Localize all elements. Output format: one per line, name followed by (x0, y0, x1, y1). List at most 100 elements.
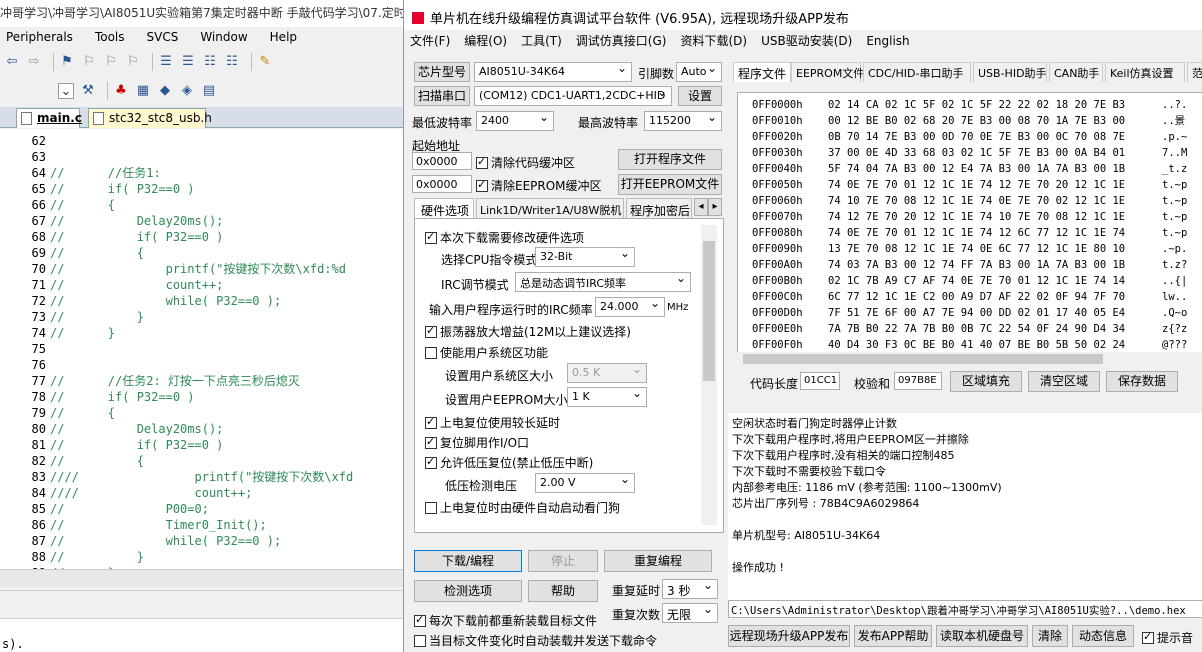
tab-scroll-right-icon[interactable]: ▸ (708, 198, 722, 216)
menu-download[interactable]: 资料下载(D) (680, 31, 747, 51)
scrollbar-thumb[interactable] (743, 354, 1103, 364)
code-start-address[interactable]: 0x0000 (412, 152, 472, 170)
menu-window[interactable]: Window (200, 27, 247, 47)
reset-io-checkbox[interactable]: 复位脚用作I/O口 (425, 434, 529, 451)
clear-code-checkbox[interactable]: 清除代码缓冲区 (476, 154, 575, 171)
retry-delay-select[interactable]: 3 秒 (662, 579, 718, 599)
back-icon[interactable]: ⇦ (4, 54, 20, 70)
tab-serial-helper[interactable]: CDC/HID-串口助手 (863, 62, 971, 82)
help-button[interactable]: 帮助 (528, 580, 598, 602)
checkbox-box[interactable] (425, 415, 437, 429)
open-program-button[interactable]: 打开程序文件 (618, 149, 722, 170)
tab-encryption[interactable]: 程序加密后 (626, 198, 692, 218)
news-button[interactable]: 动态信息 (1072, 625, 1134, 647)
menu-program[interactable]: 编程(O) (464, 31, 507, 51)
tab-scroll-left-icon[interactable]: ◂ (694, 198, 708, 216)
checkbox-box[interactable] (1142, 630, 1154, 644)
lvd-reset-checkbox[interactable]: 允许低压复位(禁止低压中断) (425, 454, 593, 471)
tab-keil-sim[interactable]: Keil仿真设置 (1105, 62, 1185, 82)
checkbox-box[interactable] (414, 635, 426, 647)
clear-eeprom-checkbox[interactable]: 清除EEPROM缓冲区 (476, 177, 602, 194)
bookmark-icon[interactable]: ⚑ (59, 54, 75, 70)
sys-size-select[interactable]: 0.5 K (567, 363, 647, 383)
pack-installer-icon[interactable]: ▦ (135, 83, 151, 99)
open-eeprom-button[interactable]: 打开EEPROM文件 (618, 174, 722, 195)
checkbox-box[interactable] (425, 324, 437, 338)
menu-svcs[interactable]: SVCS (147, 27, 179, 47)
tab-offline-writer[interactable]: Link1D/Writer1A/U8W脱机 (476, 198, 624, 218)
hex-view[interactable]: 0FF0000h 02 14 CA 02 1C 5F 02 1C 5F 22 22… (737, 92, 1202, 366)
port-select[interactable]: (COM12) CDC1-UART1,2CDC+HID (474, 86, 672, 106)
long-reset-checkbox[interactable]: 上电复位使用较长延时 (425, 414, 560, 431)
next-bookmark-icon[interactable]: ⚐ (103, 54, 119, 70)
batch-icon[interactable]: ▤ (201, 83, 217, 99)
clear-bookmarks-icon[interactable]: ⚐ (125, 54, 141, 70)
remote-upgrade-button[interactable]: 远程现场升级APP发布 (728, 625, 850, 647)
code-editor[interactable]: 62 63 64// //任务1: 65// if( P32==0 ) 66// {67… (0, 129, 403, 569)
clear-area-button[interactable]: 清空区域 (1028, 371, 1100, 392)
options-scrollbar[interactable] (701, 225, 717, 525)
lvd-voltage-select[interactable]: 2.00 V (535, 473, 635, 493)
scan-port-button[interactable]: 扫描串口 (414, 86, 470, 106)
menu-english[interactable]: English (866, 31, 909, 51)
pin-count-select[interactable]: Auto (676, 62, 722, 82)
options-icon[interactable]: ◈ (179, 83, 195, 99)
tab-more[interactable]: 范 (1187, 62, 1202, 82)
hex-hscrollbar[interactable] (737, 352, 1202, 366)
publish-help-button[interactable]: 发布APP帮助 (854, 625, 932, 647)
menu-tools[interactable]: Tools (95, 27, 125, 47)
menu-tools[interactable]: 工具(T) (521, 31, 562, 51)
chip-model-button[interactable]: 芯片型号 (414, 62, 470, 82)
irc-freq-input[interactable]: 24.000 (595, 297, 665, 317)
unindent-icon[interactable]: ☰ (180, 54, 196, 70)
save-data-button[interactable]: 保存数据 (1106, 371, 1178, 392)
settings-button[interactable]: 设置 (678, 86, 722, 106)
read-disk-id-button[interactable]: 读取本机硬盘号 (936, 625, 1028, 647)
reload-before-checkbox[interactable]: 每次下载前都重新装载目标文件 (414, 612, 597, 629)
stop-button[interactable]: 停止 (528, 550, 598, 572)
osc-gain-checkbox[interactable]: 振荡器放大增益(12M以上建议选择) (425, 323, 631, 340)
min-baud-select[interactable]: 2400 (476, 111, 554, 131)
tab-main-c[interactable]: main.c (16, 108, 82, 128)
checkbox-box[interactable] (425, 455, 437, 469)
eeprom-size-select[interactable]: 1 K (567, 387, 647, 407)
chip-model-select[interactable]: AI8051U-34K64 (474, 62, 632, 82)
checkbox-box[interactable] (476, 178, 488, 192)
find-in-files-icon[interactable]: ✎ (257, 54, 273, 70)
check-options-button[interactable]: 检测选项 (414, 580, 522, 602)
checkbox-box[interactable] (476, 155, 488, 169)
editor-hscrollbar[interactable] (0, 569, 403, 587)
checkbox-box[interactable] (414, 613, 426, 627)
fill-area-button[interactable]: 区域填充 (950, 371, 1022, 392)
sound-checkbox[interactable]: 提示音 (1142, 629, 1193, 646)
cpu-mode-select[interactable]: 32-Bit (535, 247, 635, 267)
clear-log-button[interactable]: 清除 (1032, 625, 1068, 647)
forward-icon[interactable]: ⇨ (26, 54, 42, 70)
menu-peripherals[interactable]: Peripherals (6, 27, 73, 47)
irc-mode-select[interactable]: 总是动态调节IRC频率 (515, 272, 691, 292)
manage-components-icon[interactable]: ♣ (113, 83, 129, 99)
target-dropdown-icon[interactable]: ⌄ (58, 83, 74, 99)
sys-area-checkbox[interactable]: 使能用户系统区功能 (425, 344, 548, 361)
retry-count-select[interactable]: 无限 (662, 603, 718, 623)
tab-eeprom-file[interactable]: EEPROM文件 (791, 62, 864, 82)
checkbox-box[interactable] (425, 230, 437, 244)
checkbox-box[interactable] (425, 435, 437, 449)
select-pack-icon[interactable]: ◆ (157, 83, 173, 99)
tab-can[interactable]: CAN助手 (1049, 62, 1103, 82)
menu-help[interactable]: Help (270, 27, 297, 47)
uncomment-icon[interactable]: ☷ (224, 54, 240, 70)
eeprom-start-address[interactable]: 0x0000 (412, 175, 472, 193)
wand-icon[interactable]: ⚒ (80, 83, 96, 99)
comment-icon[interactable]: ☷ (202, 54, 218, 70)
reprogram-button[interactable]: 重复编程 (604, 550, 712, 572)
tab-usb-hid[interactable]: USB-HID助手 (973, 62, 1047, 82)
max-baud-select[interactable]: 115200 (644, 111, 722, 131)
prev-bookmark-icon[interactable]: ⚐ (81, 54, 97, 70)
menu-file[interactable]: 文件(F) (410, 31, 450, 51)
menu-usb-driver[interactable]: USB驱动安装(D) (761, 31, 852, 51)
tab-program-file[interactable]: 程序文件 (733, 62, 791, 82)
wdt-auto-checkbox[interactable]: 上电复位时由硬件自动启动看门狗 (425, 499, 620, 516)
checkbox-box[interactable] (425, 502, 437, 514)
indent-icon[interactable]: ☰ (158, 54, 174, 70)
